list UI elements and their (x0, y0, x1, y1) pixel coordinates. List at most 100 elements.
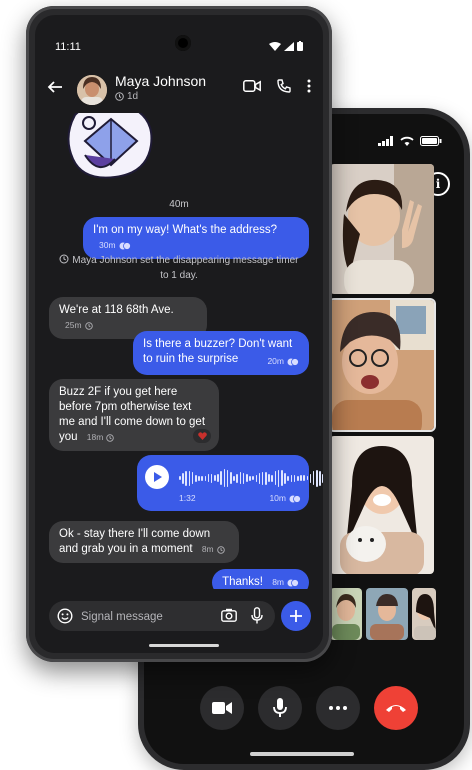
waveform-bar (223, 469, 226, 487)
heart-icon (197, 432, 207, 440)
system-notice: Maya Johnson set the disappearing messag… (55, 253, 303, 283)
system-notice-text: Maya Johnson set the disappearing messag… (72, 255, 299, 281)
timer-icon (106, 433, 115, 442)
waveform-bar (290, 474, 293, 482)
waveform-bar (319, 470, 321, 486)
waveform-bar (303, 475, 305, 481)
participant-tile-2[interactable] (330, 300, 434, 430)
waveform-bar (201, 475, 203, 481)
waveform-bar (194, 474, 197, 482)
message-text: Ok - stay there I'll come down and grab … (59, 528, 211, 555)
waveform-bar (252, 476, 254, 480)
waveform-bar (236, 473, 238, 483)
video-call-icon[interactable] (243, 80, 261, 92)
end-call-button[interactable] (374, 686, 418, 730)
message-input[interactable] (79, 607, 213, 627)
call-controls (200, 686, 418, 730)
waveform-bar (322, 473, 323, 483)
timer-icon (216, 545, 225, 554)
message-time: 25m (65, 320, 82, 330)
camera-icon[interactable] (221, 608, 237, 622)
incoming-message[interactable]: Ok - stay there I'll come down and grab … (49, 521, 239, 563)
message-list[interactable]: 40m I'm on my way! What's the address? 3… (35, 113, 323, 589)
composer-field[interactable] (49, 601, 275, 631)
wifi-icon (269, 41, 281, 51)
participant-thumb-1[interactable] (330, 588, 362, 640)
waveform-bar (217, 474, 219, 482)
phone-call-icon[interactable] (277, 79, 291, 93)
avatar[interactable] (77, 75, 107, 105)
voice-message[interactable]: 1:32 10m (137, 455, 323, 511)
more-options-button[interactable] (316, 686, 360, 730)
status-time: 11:11 (55, 41, 81, 53)
video-icon (212, 702, 232, 714)
waveform-bar (233, 475, 235, 481)
ios-status-bar (378, 136, 442, 146)
more-icon (329, 706, 347, 710)
message-time: 8m (272, 577, 284, 587)
waveform-bar (312, 471, 315, 485)
waveform-bar (293, 474, 296, 482)
back-arrow-icon[interactable] (47, 79, 63, 95)
participant-video-2 (330, 300, 434, 430)
message-time: 8m (201, 544, 214, 554)
waveform-bar (296, 475, 299, 481)
signal-icon (378, 136, 393, 146)
participant-video-1 (330, 164, 434, 294)
thumb-video-3 (412, 588, 436, 640)
waveform-bar (239, 472, 242, 484)
waveform-bar (300, 475, 302, 481)
participant-tile-1[interactable] (330, 164, 434, 294)
waveform-bar (182, 472, 184, 484)
end-call-icon (386, 705, 406, 712)
timer-label: 1d (127, 91, 139, 102)
message-text: Buzz 2F if you get here before 7pm other… (59, 386, 206, 443)
waveform-bar (188, 470, 191, 486)
thumb-video-2 (366, 588, 408, 640)
mic-toggle-button[interactable] (258, 686, 302, 730)
waveform-bar (220, 471, 223, 485)
timer-icon (84, 321, 93, 330)
overflow-menu-icon[interactable] (307, 79, 311, 93)
message-meta: 8m (202, 542, 225, 557)
waveform-bar (274, 471, 277, 485)
waveform-bar (207, 474, 210, 482)
reaction-badge[interactable] (193, 429, 211, 443)
contact-name[interactable]: Maya Johnson (115, 73, 206, 89)
outgoing-message[interactable]: Thanks! 8m (212, 569, 309, 589)
participant-video-3 (330, 436, 434, 574)
play-icon (153, 472, 162, 482)
waveform-bar (258, 472, 261, 484)
video-toggle-button[interactable] (200, 686, 244, 730)
outgoing-message[interactable]: Is there a buzzer? Don't want to ruin th… (133, 331, 309, 375)
timer-icon (59, 254, 69, 264)
waveform-bar (198, 475, 200, 481)
voice-duration: 1:32 (179, 493, 196, 503)
audio-waveform[interactable] (179, 467, 323, 489)
mic-icon[interactable] (251, 607, 263, 624)
sticker-message[interactable] (55, 113, 165, 185)
waveform-bar (245, 474, 248, 482)
waveform-bar (210, 473, 213, 483)
gesture-nav-bar (149, 644, 219, 647)
waveform-bar (306, 476, 309, 480)
participant-tile-3[interactable] (330, 436, 434, 574)
play-button[interactable] (145, 465, 169, 489)
waveform-bar (261, 471, 264, 485)
battery-icon (297, 41, 303, 51)
emoji-icon[interactable] (57, 608, 73, 624)
participant-thumb-2[interactable] (366, 588, 408, 640)
waveform-bar (179, 476, 181, 480)
waveform-bar (255, 474, 258, 482)
attach-button[interactable] (281, 601, 311, 631)
chat-screen: 11:11 Maya Johnson 1d 40m I'm on my way!… (35, 15, 323, 653)
home-indicator (250, 752, 354, 756)
participant-thumb-3[interactable] (412, 588, 436, 640)
thumb-video-1 (330, 588, 362, 640)
waveform-bar (268, 474, 270, 482)
android-status-bar: 11:11 (55, 41, 303, 55)
message-meta: 20m (267, 354, 299, 369)
waveform-bar (287, 475, 289, 481)
message-time: 20m (267, 356, 284, 366)
message-time: 18m (86, 432, 104, 442)
